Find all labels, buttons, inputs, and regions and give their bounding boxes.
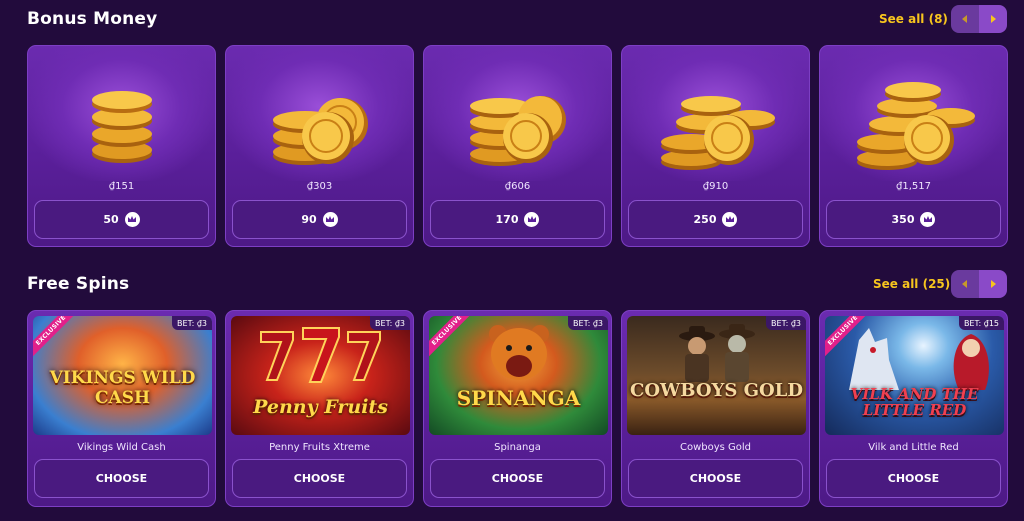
chevron-left-icon bbox=[962, 15, 967, 23]
bonus-card: ₫910 250 bbox=[621, 45, 810, 247]
game-card: VILK AND THE LITTLE RED EXCLUSIVE BET: ₫… bbox=[819, 310, 1008, 507]
bonus-section-header: Bonus Money See all (8) bbox=[0, 0, 1024, 40]
coins-icon bbox=[91, 91, 152, 163]
buy-bonus-button[interactable]: 250 bbox=[628, 200, 803, 239]
price-value: 350 bbox=[891, 213, 915, 226]
crown-icon bbox=[524, 212, 540, 227]
coins-icon bbox=[660, 96, 775, 170]
chevron-right-icon bbox=[991, 280, 996, 288]
game-card: Penny Fruits BET: ₫3 Penny Fruits Xtreme… bbox=[225, 310, 414, 507]
price-value: 90 bbox=[301, 213, 317, 226]
bear-icon bbox=[489, 325, 549, 380]
bet-badge: BET: ₫15 bbox=[958, 316, 1004, 330]
bet-badge: BET: ₫3 bbox=[568, 316, 608, 330]
game-logo: VILK AND THE LITTLE RED bbox=[850, 385, 979, 419]
bet-badge: BET: ₫3 bbox=[172, 316, 212, 330]
game-logo: SPINANGA bbox=[456, 386, 581, 410]
price-value: 250 bbox=[693, 213, 717, 226]
exclusive-ribbon: EXCLUSIVE bbox=[429, 316, 480, 363]
bonus-amount: ₫606 bbox=[504, 181, 531, 192]
game-card: VIKINGS WILD CASH EXCLUSIVE BET: ₫3 Viki… bbox=[27, 310, 216, 507]
chevron-right-icon bbox=[991, 15, 996, 23]
choose-button[interactable]: CHOOSE bbox=[628, 459, 803, 498]
choose-button[interactable]: CHOOSE bbox=[232, 459, 407, 498]
price-value: 170 bbox=[495, 213, 519, 226]
spins-section-title: Free Spins bbox=[27, 274, 130, 294]
coin-artwork bbox=[28, 46, 215, 181]
game-card: COWBOYS GOLD BET: ₫3 Cowboys Gold CHOOSE bbox=[621, 310, 810, 507]
spins-prev-button[interactable] bbox=[951, 270, 979, 298]
bonus-card: ₫1,517 350 bbox=[819, 45, 1008, 247]
exclusive-ribbon: EXCLUSIVE bbox=[33, 316, 84, 363]
game-name: Vilk and Little Red bbox=[868, 442, 959, 453]
bonus-amount: ₫910 bbox=[702, 181, 729, 192]
game-thumbnail[interactable]: COWBOYS GOLD BET: ₫3 bbox=[627, 316, 806, 435]
bonus-amount: ₫303 bbox=[306, 181, 333, 192]
coins-icon bbox=[469, 96, 566, 166]
coins-icon bbox=[272, 98, 368, 165]
spins-carousel-nav bbox=[951, 270, 1007, 298]
bonus-see-all-link[interactable]: See all (8) bbox=[879, 12, 948, 26]
game-thumbnail[interactable]: Penny Fruits BET: ₫3 bbox=[231, 316, 410, 435]
spins-section-header: Free Spins See all (25) bbox=[0, 266, 1024, 306]
bet-badge: BET: ₫3 bbox=[370, 316, 410, 330]
bonus-card: ₫151 50 bbox=[27, 45, 216, 247]
coin-artwork bbox=[424, 46, 611, 181]
bet-badge: BET: ₫3 bbox=[766, 316, 806, 330]
bonus-carousel-nav bbox=[951, 5, 1007, 33]
buy-bonus-button[interactable]: 50 bbox=[34, 200, 209, 239]
spins-next-button[interactable] bbox=[979, 270, 1007, 298]
bonus-section-title: Bonus Money bbox=[27, 9, 158, 29]
choose-button[interactable]: CHOOSE bbox=[430, 459, 605, 498]
seven-icon bbox=[260, 327, 381, 383]
spins-see-all-link[interactable]: See all (25) bbox=[873, 277, 950, 291]
coin-artwork bbox=[622, 46, 809, 181]
cowboys-icon bbox=[679, 324, 755, 382]
buy-bonus-button[interactable]: 350 bbox=[826, 200, 1001, 239]
game-logo: VIKINGS WILD CASH bbox=[49, 368, 196, 408]
wolf-and-girl-icon bbox=[849, 328, 989, 390]
coins-icon bbox=[856, 82, 975, 170]
bonus-card: ₫606 170 bbox=[423, 45, 612, 247]
bonus-amount: ₫151 bbox=[108, 181, 135, 192]
bonus-next-button[interactable] bbox=[979, 5, 1007, 33]
bonus-prev-button[interactable] bbox=[951, 5, 979, 33]
game-name: Cowboys Gold bbox=[679, 442, 752, 453]
game-name: Penny Fruits Xtreme bbox=[269, 442, 370, 453]
game-logo: Penny Fruits bbox=[253, 396, 388, 418]
crown-icon bbox=[920, 212, 936, 227]
crown-icon bbox=[322, 212, 338, 227]
game-card: SPINANGA EXCLUSIVE BET: ₫3 Spinanga CHOO… bbox=[423, 310, 612, 507]
crown-icon bbox=[124, 212, 140, 227]
chevron-left-icon bbox=[962, 280, 967, 288]
game-name: Spinanga bbox=[494, 442, 541, 453]
coin-artwork bbox=[226, 46, 413, 181]
game-name: Vikings Wild Cash bbox=[77, 442, 166, 453]
choose-button[interactable]: CHOOSE bbox=[34, 459, 209, 498]
game-logo: COWBOYS GOLD bbox=[630, 380, 803, 401]
game-thumbnail[interactable]: SPINANGA EXCLUSIVE BET: ₫3 bbox=[429, 316, 608, 435]
buy-bonus-button[interactable]: 170 bbox=[430, 200, 605, 239]
crown-icon bbox=[722, 212, 738, 227]
buy-bonus-button[interactable]: 90 bbox=[232, 200, 407, 239]
game-thumbnail[interactable]: VILK AND THE LITTLE RED EXCLUSIVE BET: ₫… bbox=[825, 316, 1004, 435]
price-value: 50 bbox=[103, 213, 119, 226]
game-thumbnail[interactable]: VIKINGS WILD CASH EXCLUSIVE BET: ₫3 bbox=[33, 316, 212, 435]
coin-artwork bbox=[820, 46, 1007, 181]
choose-button[interactable]: CHOOSE bbox=[826, 459, 1001, 498]
bonus-amount: ₫1,517 bbox=[896, 181, 931, 192]
bonus-card: ₫303 90 bbox=[225, 45, 414, 247]
